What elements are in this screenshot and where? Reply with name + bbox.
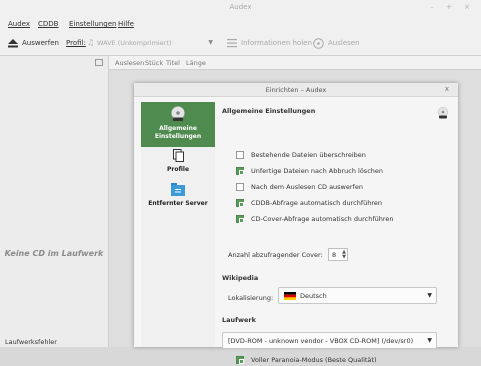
general-settings-icon xyxy=(171,106,185,121)
page-title: Allgemeine Einstellungen xyxy=(222,107,316,115)
auto-cover-label: CD-Cover-Abfrage automatisch durchführen xyxy=(251,215,394,223)
eject-icon xyxy=(8,39,18,48)
sidebar-label-general-1: Allgemeine xyxy=(159,125,197,132)
column-length[interactable]: Länge xyxy=(186,59,206,67)
locale-label: Lokalisierung: xyxy=(228,294,274,302)
status-bar-text: Laufwerksfehler xyxy=(5,338,57,346)
delete-incomplete-label: Unfertige Dateien nach Abbruch löschen xyxy=(251,167,384,175)
settings-page: Allgemeine Einstellungen Bestehende Date… xyxy=(220,102,454,364)
drive-value: [DVD-ROM - unknown vendor - VBOX CD-ROM]… xyxy=(228,337,414,345)
spin-down-icon[interactable]: ▼ xyxy=(342,254,346,260)
menu-help[interactable]: Hilfe xyxy=(118,20,134,28)
sidebar-item-remote-server[interactable]: Entfernter Server xyxy=(141,182,215,212)
toolbar: Auswerfen Profil: ♫ WAVE (Unkomprimiert)… xyxy=(0,32,481,56)
column-title[interactable]: Titel xyxy=(166,59,180,67)
profile-select[interactable]: ♫ WAVE (Unkomprimiert) ▼ xyxy=(87,37,215,49)
dialog-title: Einrichten – Audex xyxy=(265,86,327,94)
rip-button[interactable]: Auslesen xyxy=(328,39,360,47)
close-icon[interactable]: x xyxy=(445,85,449,93)
music-note-icon: ♫ xyxy=(87,38,95,47)
cover-count-label: Anzahl abzufragender Cover: xyxy=(228,251,323,259)
menubar: Audex CDDB Einstellungen Hilfe xyxy=(0,14,481,32)
window-controls[interactable]: – + × xyxy=(430,3,475,11)
overwrite-files-label: Bestehende Dateien überschreiben xyxy=(251,151,366,159)
paranoia-mode-label: Voller Paranoia-Modus (Beste Qualität) xyxy=(251,356,377,364)
list-icon xyxy=(227,39,237,48)
page-header: Allgemeine Einstellungen xyxy=(220,102,454,124)
eject-button[interactable]: Auswerfen xyxy=(22,39,59,47)
cover-count-value: 8 xyxy=(332,251,337,259)
general-settings-icon xyxy=(437,107,449,119)
locale-select[interactable]: Deutsch ▼ xyxy=(278,287,437,304)
menu-cddb[interactable]: CDDB xyxy=(38,20,58,28)
settings-sidebar: Allgemeine Einstellungen Profile Entfern… xyxy=(141,102,215,347)
german-flag-icon xyxy=(284,292,296,300)
paranoia-mode-checkbox[interactable] xyxy=(236,356,244,364)
window-title: Audex xyxy=(229,3,252,11)
cover-count-spinbox[interactable]: 8 ▲ ▼ xyxy=(328,248,348,261)
edit-icon[interactable] xyxy=(95,59,103,66)
window-titlebar: Audex – + × xyxy=(0,0,481,14)
folder-icon xyxy=(171,183,185,196)
eject-after-rip-checkbox[interactable] xyxy=(236,183,244,191)
auto-cover-checkbox[interactable] xyxy=(236,215,244,223)
drive-section-title: Laufwerk xyxy=(222,316,256,324)
sidebar-label-remote-server: Entfernter Server xyxy=(148,200,208,207)
delete-incomplete-checkbox[interactable] xyxy=(236,167,244,175)
drive-select[interactable]: [DVD-ROM - unknown vendor - VBOX CD-ROM]… xyxy=(222,332,437,349)
menu-settings[interactable]: Einstellungen xyxy=(69,20,116,28)
chevron-down-icon: ▼ xyxy=(427,337,432,344)
sidebar-label-general-2: Einstellungen xyxy=(154,133,202,140)
auto-cddb-label: CDDB-Abfrage automatisch durchführen xyxy=(251,199,383,207)
auto-cddb-checkbox[interactable] xyxy=(236,199,244,207)
cd-info-pane: Keine CD im Laufwerk Laufwerksfehler xyxy=(0,56,109,347)
locale-value: Deutsch xyxy=(300,292,327,300)
profile-label: Profil: xyxy=(66,39,86,47)
disc-icon xyxy=(313,38,324,49)
eject-after-rip-label: Nach dem Auslesen CD auswerfen xyxy=(251,183,363,191)
sidebar-label-profiles: Profile xyxy=(166,166,190,173)
chevron-down-icon: ▼ xyxy=(427,292,432,299)
column-track[interactable]: Stück xyxy=(145,59,163,67)
menu-audex[interactable]: Audex xyxy=(8,20,30,28)
tracks-table-header: Auslesen Stück Titel Länge xyxy=(109,56,481,70)
wikipedia-section-title: Wikipedia xyxy=(222,274,259,282)
sidebar-item-general[interactable]: Allgemeine Einstellungen xyxy=(141,102,215,147)
column-rip[interactable]: Auslesen xyxy=(115,59,144,67)
no-cd-message: Keine CD im Laufwerk xyxy=(4,249,104,258)
overwrite-files-checkbox[interactable] xyxy=(236,151,244,159)
chevron-down-icon: ▼ xyxy=(208,39,213,46)
profiles-icon xyxy=(173,149,184,162)
sidebar-item-profiles[interactable]: Profile xyxy=(141,149,215,179)
dialog-titlebar: Einrichten – Audex x xyxy=(134,83,458,97)
settings-dialog: Einrichten – Audex x Allgemeine Einstell… xyxy=(134,83,458,364)
fetch-info-button[interactable]: Informationen holen xyxy=(241,39,312,47)
profile-value: WAVE (Unkomprimiert) xyxy=(97,39,172,47)
